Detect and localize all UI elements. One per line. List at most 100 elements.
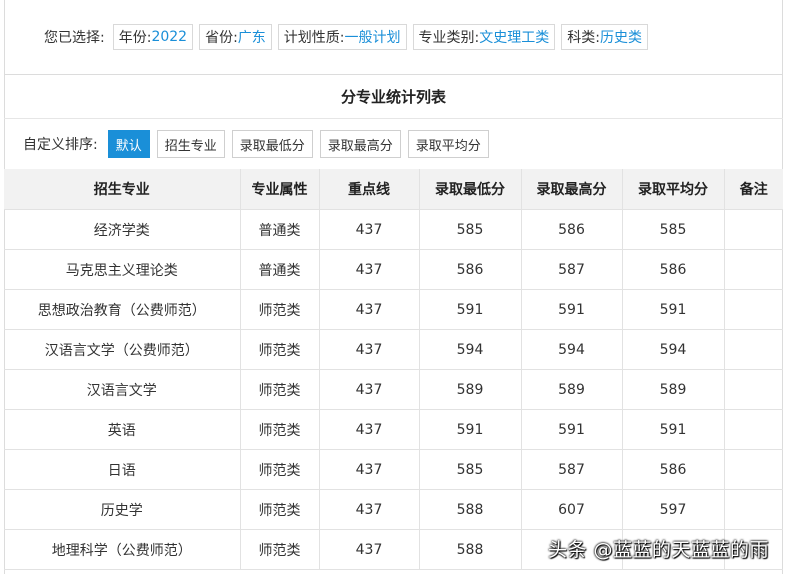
cell-attribute: 师范类 (239, 289, 319, 330)
cell-remark (723, 449, 783, 490)
cell-max-score: 587 (520, 449, 622, 490)
cell-avg-score: 586 (621, 449, 724, 490)
chip-key: 专业类别: (418, 30, 480, 46)
cell-remark (723, 249, 783, 290)
cell-avg-score: 594 (621, 329, 724, 370)
cell-remark (723, 329, 783, 370)
cell-attribute: 师范类 (239, 369, 319, 410)
cell-key-line: 437 (318, 209, 419, 250)
cell-min-score: 594 (418, 329, 521, 370)
cell-min-score: 588 (418, 529, 521, 570)
cell-major: 思想政治教育（公费师范） (4, 289, 240, 330)
cell-major: 历史学 (4, 489, 240, 530)
cell-remark (723, 209, 783, 250)
cell-max-score: 587 (520, 249, 622, 290)
cell-key-line: 437 (318, 329, 419, 370)
cell-min-score: 591 (418, 409, 521, 450)
filter-chip-subject[interactable]: 科类: 历史类 (561, 24, 648, 50)
sort-max-score-button[interactable]: 录取最高分 (319, 130, 401, 158)
chip-value: 广东 (237, 30, 266, 46)
chip-key: 年份: (118, 30, 152, 46)
sort-min-score-button[interactable]: 录取最低分 (231, 130, 313, 158)
cell-major: 英语 (4, 409, 240, 450)
col-header-attribute: 专业属性 (239, 169, 319, 210)
filter-label: 您已选择: (44, 30, 105, 46)
cell-key-line: 437 (318, 289, 419, 330)
filter-bar: 您已选择: 年份: 2022 省份: 广东 计划性质: 一般计划 专业类别: 文… (4, 0, 783, 75)
col-header-major: 招生专业 (4, 169, 240, 210)
score-table: 招生专业 专业属性 重点线 录取最低分 录取最高分 录取平均分 备注 经济学类普… (4, 169, 783, 570)
cell-min-score: 591 (418, 289, 521, 330)
col-header-avg-score: 录取平均分 (621, 169, 724, 210)
cell-attribute: 普通类 (239, 249, 319, 290)
cell-avg-score: 591 (621, 409, 724, 450)
cell-major: 日语 (4, 449, 240, 490)
chip-value: 文史理工类 (479, 30, 550, 46)
filter-chip-plan-type[interactable]: 计划性质: 一般计划 (277, 24, 407, 50)
cell-min-score: 588 (418, 489, 521, 530)
sort-default-button[interactable]: 默认 (107, 130, 150, 158)
cell-attribute: 师范类 (239, 329, 319, 370)
col-header-min-score: 录取最低分 (418, 169, 521, 210)
table-row: 汉语言文学 师范类 437 589 589 589 (4, 369, 783, 410)
cell-key-line: 437 (318, 249, 419, 290)
table-row: 日语 师范类 437 585 587 586 (4, 449, 783, 490)
cell-key-line: 437 (318, 409, 419, 450)
cell-key-line: 437 (318, 529, 419, 570)
cell-avg-score: 586 (621, 249, 724, 290)
cell-key-line: 437 (318, 449, 419, 490)
chip-value: 2022 (151, 29, 188, 45)
chip-value: 历史类 (599, 30, 642, 46)
chip-key: 科类: (567, 30, 600, 46)
cell-max-score: 591 (520, 409, 622, 450)
cell-attribute: 师范类 (239, 529, 319, 570)
cell-avg-score: 589 (621, 369, 724, 410)
cell-max-score: 591 (520, 289, 622, 330)
col-header-key-line: 重点线 (318, 169, 419, 210)
cell-max-score: 589 (520, 369, 622, 410)
sort-bar: 自定义排序: 默认 招生专业 录取最低分 录取最高分 录取平均分 (4, 119, 783, 169)
table-row: 历史学 师范类 437 588 607 597 (4, 489, 783, 530)
cell-key-line: 437 (318, 489, 419, 530)
cell-attribute: 普通类 (239, 209, 319, 250)
cell-min-score: 585 (418, 449, 521, 490)
chip-value: 一般计划 (344, 30, 401, 46)
cell-min-score: 589 (418, 369, 521, 410)
cell-attribute: 师范类 (239, 489, 319, 530)
watermark: 头条 @蓝蓝的天蓝蓝的雨 (548, 539, 770, 561)
table-header-row: 招生专业 专业属性 重点线 录取最低分 录取最高分 录取平均分 备注 (4, 169, 783, 210)
cell-avg-score: 585 (621, 209, 724, 250)
cell-max-score: 607 (520, 489, 622, 530)
table-title: 分专业统计列表 (4, 75, 783, 119)
cell-attribute: 师范类 (239, 449, 319, 490)
cell-remark (723, 289, 783, 330)
cell-max-score: 586 (520, 209, 622, 250)
sort-label: 自定义排序: (23, 137, 98, 153)
sort-major-button[interactable]: 招生专业 (156, 130, 225, 158)
cell-remark (723, 369, 783, 410)
filter-chip-year[interactable]: 年份: 2022 (112, 24, 194, 50)
col-header-max-score: 录取最高分 (520, 169, 622, 210)
cell-key-line: 437 (318, 369, 419, 410)
table-row: 马克思主义理论类 普通类 437 586 587 586 (4, 249, 783, 290)
chip-key: 省份: (205, 30, 238, 46)
table-row: 经济学类 普通类 437 585 586 585 (4, 209, 783, 250)
cell-major: 经济学类 (4, 209, 240, 250)
cell-min-score: 585 (418, 209, 521, 250)
cell-avg-score: 597 (621, 489, 724, 530)
cell-attribute: 师范类 (239, 409, 319, 450)
filter-chip-province[interactable]: 省份: 广东 (199, 24, 272, 50)
table-row: 思想政治教育（公费师范） 师范类 437 591 591 591 (4, 289, 783, 330)
filter-chip-major-category[interactable]: 专业类别: 文史理工类 (412, 24, 556, 50)
cell-max-score: 594 (520, 329, 622, 370)
table-row: 汉语言文学（公费师范） 师范类 437 594 594 594 (4, 329, 783, 370)
cell-avg-score: 591 (621, 289, 724, 330)
cell-major: 马克思主义理论类 (4, 249, 240, 290)
cell-remark (723, 409, 783, 450)
cell-major: 汉语言文学 (4, 369, 240, 410)
cell-min-score: 586 (418, 249, 521, 290)
cell-remark (723, 489, 783, 530)
chip-key: 计划性质: (283, 30, 345, 46)
table-row: 英语 师范类 437 591 591 591 (4, 409, 783, 450)
sort-avg-score-button[interactable]: 录取平均分 (407, 130, 489, 158)
